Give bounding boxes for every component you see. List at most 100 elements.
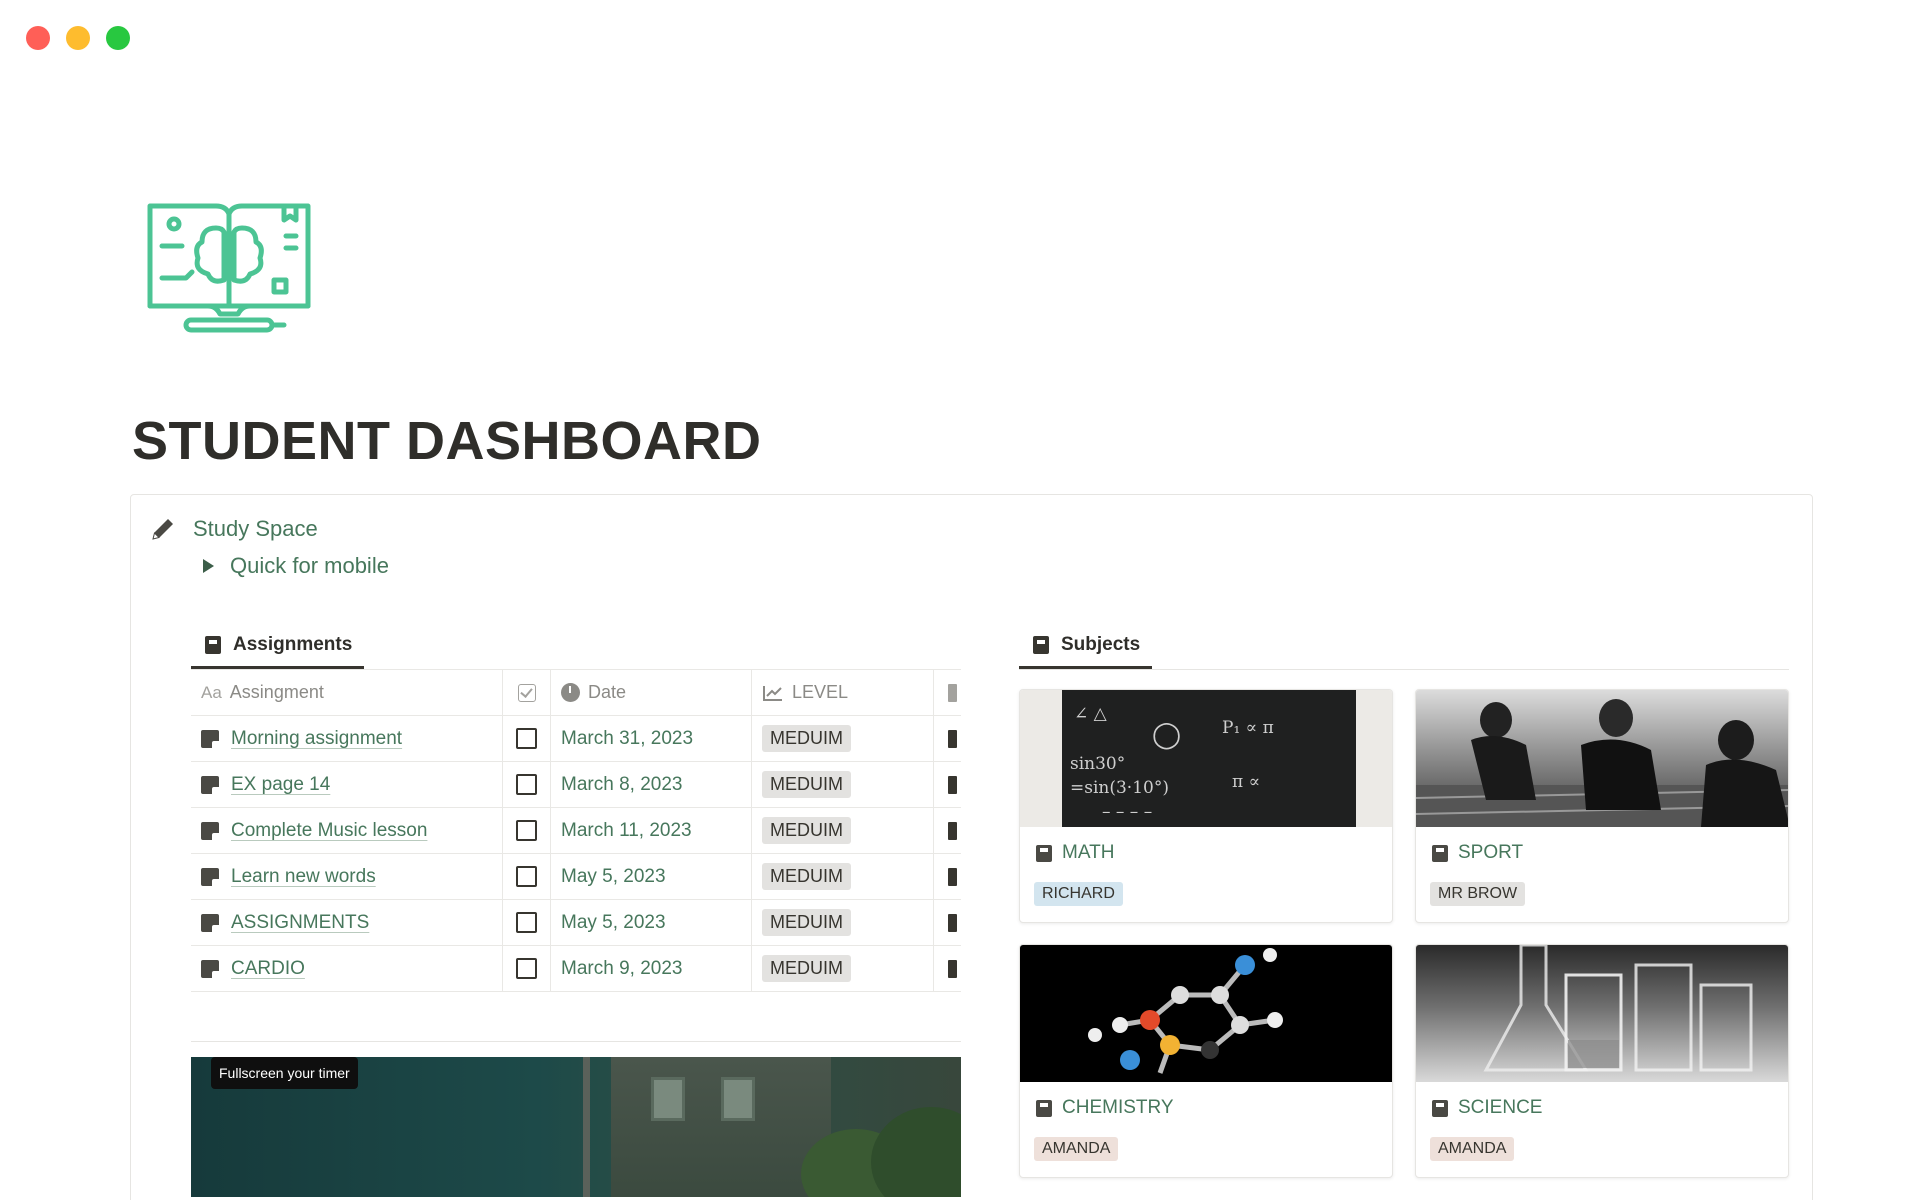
cell-assignment[interactable]: ASSIGNMENTS xyxy=(191,900,503,945)
tab-subjects[interactable]: Subjects xyxy=(1019,623,1153,669)
assignment-name[interactable]: EX page 14 xyxy=(231,774,330,796)
cell-level[interactable]: MEDUIM xyxy=(752,762,934,807)
cell-checkbox[interactable] xyxy=(503,716,551,761)
assignment-name[interactable]: ASSIGNMENTS xyxy=(231,912,369,934)
cell-date[interactable]: March 8, 2023 xyxy=(551,762,752,807)
assignment-date: May 5, 2023 xyxy=(561,865,666,887)
checkbox-property-icon xyxy=(517,683,536,702)
column-header-label: Assingment xyxy=(229,682,324,702)
level-badge: MEDUIM xyxy=(762,817,851,844)
toggle-triangle-icon[interactable] xyxy=(203,559,214,573)
cell-checkbox[interactable] xyxy=(503,946,551,991)
done-checkbox[interactable] xyxy=(516,958,537,979)
cell-relation[interactable] xyxy=(934,808,961,853)
street-pole xyxy=(583,1057,590,1197)
database-icon xyxy=(1036,844,1052,862)
divider xyxy=(191,1041,961,1042)
subject-card-math[interactable]: ∠ △ ◯ P₁ ∝ π sin30° =sin(3·10°) π ∝ – – … xyxy=(1019,689,1393,923)
toggle-label[interactable]: Quick for mobile xyxy=(230,553,389,579)
done-checkbox[interactable] xyxy=(516,912,537,933)
column-header-more[interactable] xyxy=(934,670,961,715)
table-row[interactable]: ASSIGNMENTS May 5, 2023 MEDUIM xyxy=(191,900,961,946)
teacher-tag: RICHARD xyxy=(1034,882,1123,906)
chart-trend-icon xyxy=(763,685,782,701)
cell-date[interactable]: March 11, 2023 xyxy=(551,808,752,853)
teacher-tag: MR BROW xyxy=(1430,882,1526,906)
cell-date[interactable]: March 31, 2023 xyxy=(551,716,752,761)
window-controls xyxy=(26,26,130,50)
cell-level[interactable]: MEDUIM xyxy=(752,900,934,945)
cell-date[interactable]: May 5, 2023 xyxy=(551,854,752,899)
runners-illustration xyxy=(1416,699,1788,827)
assignment-name[interactable]: Complete Music lesson xyxy=(231,820,427,842)
assignment-name[interactable]: Morning assignment xyxy=(231,728,402,750)
tab-assignments[interactable]: Assignments xyxy=(191,623,365,669)
fullscreen-tooltip: Fullscreen your timer xyxy=(211,1057,358,1089)
card-title[interactable]: SPORT xyxy=(1432,842,1523,864)
done-checkbox[interactable] xyxy=(516,820,537,841)
study-space-callout: Study Space Quick for mobile Assignments… xyxy=(130,494,1813,1200)
cell-relation[interactable] xyxy=(934,762,961,807)
minimize-window-button[interactable] xyxy=(66,26,90,50)
cell-checkbox[interactable] xyxy=(503,854,551,899)
cell-assignment[interactable]: CARDIO xyxy=(191,946,503,991)
cell-checkbox[interactable] xyxy=(503,762,551,807)
cell-relation[interactable] xyxy=(934,854,961,899)
assignment-name[interactable]: Learn new words xyxy=(231,866,376,888)
card-title[interactable]: SCIENCE xyxy=(1432,1097,1542,1119)
book-brain-icon[interactable] xyxy=(146,196,312,334)
cell-relation[interactable] xyxy=(934,946,961,991)
cell-checkbox[interactable] xyxy=(503,808,551,853)
done-checkbox[interactable] xyxy=(516,866,537,887)
table-row[interactable]: EX page 14 March 8, 2023 MEDUIM xyxy=(191,762,961,808)
done-checkbox[interactable] xyxy=(516,774,537,795)
column-header-checkbox[interactable] xyxy=(503,670,551,715)
timer-embed[interactable]: Fullscreen your timer xyxy=(191,1057,961,1197)
table-row[interactable]: Morning assignment March 31, 2023 MEDUIM xyxy=(191,716,961,762)
cell-assignment[interactable]: Complete Music lesson xyxy=(191,808,503,853)
column-header-assignment[interactable]: Aa Assingment xyxy=(191,670,503,715)
done-checkbox[interactable] xyxy=(516,728,537,749)
cell-date[interactable]: May 5, 2023 xyxy=(551,900,752,945)
lab-glass-illustration xyxy=(1483,945,1753,1072)
column-header-level[interactable]: LEVEL xyxy=(752,670,934,715)
cell-level[interactable]: MEDUIM xyxy=(752,716,934,761)
assignment-name[interactable]: CARDIO xyxy=(231,958,305,980)
tab-assignments-label: Assignments xyxy=(233,634,353,655)
close-window-button[interactable] xyxy=(26,26,50,50)
table-row[interactable]: Complete Music lesson March 11, 2023 MED… xyxy=(191,808,961,854)
column-header-date[interactable]: Date xyxy=(551,670,752,715)
subject-card-science[interactable]: SCIENCE AMANDA xyxy=(1415,944,1789,1178)
cell-level[interactable]: MEDUIM xyxy=(752,946,934,991)
subject-card-chemistry[interactable]: CHEMISTRY AMANDA xyxy=(1019,944,1393,1178)
database-icon xyxy=(1036,1099,1052,1117)
cell-checkbox[interactable] xyxy=(503,900,551,945)
cell-level[interactable]: MEDUIM xyxy=(752,808,934,853)
table-row[interactable]: Learn new words May 5, 2023 MEDUIM xyxy=(191,854,961,900)
subject-card-sport[interactable]: SPORT MR BROW xyxy=(1415,689,1789,923)
assignment-date: March 11, 2023 xyxy=(561,819,692,841)
cell-relation[interactable] xyxy=(934,900,961,945)
page-icon xyxy=(201,913,219,932)
cell-relation[interactable] xyxy=(934,716,961,761)
cell-level[interactable]: MEDUIM xyxy=(752,854,934,899)
card-title[interactable]: MATH xyxy=(1036,842,1114,864)
table-row[interactable]: CARDIO March 9, 2023 MEDUIM xyxy=(191,946,961,992)
cell-assignment[interactable]: Learn new words xyxy=(191,854,503,899)
page-icon xyxy=(201,959,219,978)
card-title[interactable]: CHEMISTRY xyxy=(1036,1097,1174,1119)
cell-assignment[interactable]: EX page 14 xyxy=(191,762,503,807)
cell-assignment[interactable]: Morning assignment xyxy=(191,716,503,761)
callout-label[interactable]: Study Space xyxy=(193,516,318,542)
math-cover-image: ∠ △ ◯ P₁ ∝ π sin30° =sin(3·10°) π ∝ – – … xyxy=(1020,690,1392,827)
teacher-tag: AMANDA xyxy=(1430,1137,1515,1161)
page-icon xyxy=(201,821,219,840)
assignment-date: May 5, 2023 xyxy=(561,911,666,933)
cell-date[interactable]: March 9, 2023 xyxy=(551,946,752,991)
chemistry-cover-image xyxy=(1020,945,1392,1082)
quick-for-mobile-toggle[interactable]: Quick for mobile xyxy=(201,553,389,579)
assignment-date: March 9, 2023 xyxy=(561,957,683,979)
database-icon xyxy=(1432,1099,1448,1117)
teacher-tag: AMANDA xyxy=(1034,1137,1119,1161)
zoom-window-button[interactable] xyxy=(106,26,130,50)
